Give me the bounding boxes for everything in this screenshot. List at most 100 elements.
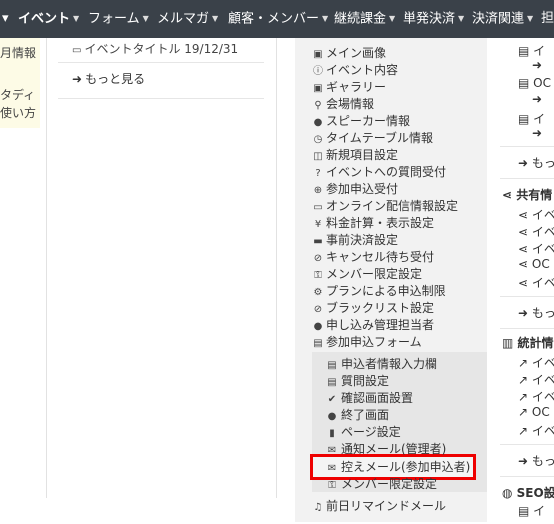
check-circle-icon: ✔ (327, 394, 337, 405)
arrow-right-icon[interactable]: ➜ (532, 58, 542, 72)
user-icon: ● (313, 117, 323, 128)
right-item[interactable]: ▤ イ (518, 42, 545, 59)
stats-item[interactable]: ↗ イベ (518, 422, 554, 439)
submenu-item[interactable]: ▤ 申込者情報入力欄 (326, 356, 437, 373)
arrow-right-icon[interactable]: ➜ (532, 92, 542, 106)
menu-item[interactable]: ● スピーカー情報 (312, 113, 410, 130)
more-link[interactable]: ➜ もっ (518, 452, 554, 469)
share-item[interactable]: ⋖ イベ (518, 240, 554, 257)
arrow-right-icon: ➜ (72, 72, 83, 86)
line-chart-icon: ↗ (518, 405, 532, 419)
menu-item[interactable]: ⊕ 参加申込受付 (312, 181, 398, 198)
key-icon: ⚿ (314, 270, 322, 281)
menu-item[interactable]: ⚲ 会場情報 (312, 96, 374, 113)
stats-item[interactable]: ↗ イベ (518, 354, 554, 371)
menu-item[interactable]: ▤ 参加申込フォーム (312, 334, 421, 351)
submenu-item[interactable]: ● 終了画面 (326, 407, 389, 424)
share-icon: ⋖ (518, 257, 532, 271)
divider (500, 476, 554, 477)
menu-item[interactable]: ? イベントへの質問受付 (312, 164, 446, 181)
menu-item-label: キャンセル待ち受付 (326, 250, 435, 264)
nav-item-event[interactable]: イベント ▼ (18, 0, 79, 38)
submenu-item-confirmation-mail[interactable]: ✉ 控えメール(参加申込者) (326, 459, 471, 476)
credit-card-icon: ▬ (313, 236, 323, 247)
more-link-label: もっと見る (85, 72, 146, 86)
share-item-label: イベ (531, 208, 554, 222)
menu-item[interactable]: ⚙ プランによる申込制限 (312, 283, 446, 300)
submenu-item-label: 申込者情報入力欄 (341, 357, 438, 371)
menu-item[interactable]: ▭ オンライン配信情報設定 (312, 198, 458, 215)
menu-item[interactable]: ▣ ギャラリー (312, 79, 386, 96)
divider (276, 38, 277, 498)
menu-item-label: 料金計算・表示設定 (326, 216, 435, 230)
menu-item[interactable]: ⚿ メンバー限定設定 (312, 266, 422, 283)
menu-item-label: スピーカー情報 (326, 114, 411, 128)
nav-item-form[interactable]: フォーム ▼ (88, 0, 149, 38)
event-title-link[interactable]: ▭ イベントタイトル 19/12/31 (72, 40, 238, 57)
left-text-2: タディ (0, 88, 36, 102)
right-item[interactable]: ▤ OC (518, 76, 551, 90)
menu-item-label: 新規項目設定 (326, 148, 399, 162)
bar-chart-icon: ▥ (502, 336, 518, 350)
nav-item-mailmag[interactable]: メルマガ ▼ (157, 0, 218, 38)
seo-item[interactable]: ▤ イ (518, 502, 545, 519)
nav-item-single-payment[interactable]: 単発決済 ▼ (403, 0, 464, 38)
more-link[interactable]: ➜ もっと見る (72, 70, 145, 87)
stats-item[interactable]: ↗ イベ (518, 371, 554, 388)
menu-item[interactable]: ▬ 事前決済設定 (312, 232, 398, 249)
menu-item-label: 会場情報 (326, 97, 375, 111)
chevron-down-icon: ▼ (142, 14, 149, 23)
menu-item[interactable]: ¥ 料金計算・表示設定 (312, 215, 434, 232)
nav-item-more[interactable]: 担 (541, 0, 554, 38)
question-icon: ? (315, 168, 321, 179)
submenu-item[interactable]: ✉ 通知メール(管理者) (326, 441, 447, 458)
nav-item-subscription[interactable]: 継続課金 ▼ (334, 0, 395, 38)
menu-item-label: 事前決済設定 (326, 233, 399, 247)
submenu-item[interactable]: ▮ ページ設定 (326, 424, 401, 441)
divider (500, 328, 554, 329)
menu-item[interactable]: ▣ メイン画像 (312, 45, 386, 62)
menu-item[interactable]: ⊘ キャンセル待ち受付 (312, 249, 434, 266)
arrow-right-icon: ➜ (518, 156, 532, 170)
share-item[interactable]: ⋖ イベ (518, 223, 554, 240)
nav-item-payment-related[interactable]: 決済関連 ▼ (472, 0, 533, 38)
stats-item[interactable]: ↗ イベ (518, 388, 554, 405)
plus-circle-icon: ⊕ (313, 185, 323, 196)
submenu-item-label: 確認画面設置 (341, 391, 414, 405)
share-icon: ⋖ (502, 188, 517, 202)
share-section-heading: ⋖ 共有情 (502, 186, 552, 203)
nav-label: 担 (541, 11, 554, 26)
menu-item-label: メンバー限定設定 (326, 267, 423, 281)
submenu-item[interactable]: ⚿ メンバー限定設定 (326, 476, 437, 493)
right-item[interactable]: ▤ イ (518, 110, 545, 127)
submenu-item[interactable]: ✔ 確認画面設置 (326, 390, 413, 407)
more-link[interactable]: ➜ もっ (518, 304, 554, 321)
menu-item-label: タイムテーブル情報 (326, 131, 434, 145)
more-link[interactable]: ➜ もっ (518, 154, 554, 171)
right-item-label: OC (533, 76, 551, 90)
share-item[interactable]: ⋖ イベ (518, 274, 554, 291)
seo-item-label: イ (533, 504, 546, 518)
nav-leading-caret: ▾ (2, 11, 9, 26)
nav-label: メルマガ (157, 11, 210, 27)
menu-item-label: メイン画像 (326, 46, 387, 60)
menu-item[interactable]: ● 申し込み管理担当者 (312, 317, 434, 334)
more-link-label: もっ (531, 306, 554, 320)
heading-label: SEO設 (516, 486, 554, 500)
list-icon: ▤ (518, 44, 534, 58)
menu-item-label: プランによる申込制限 (326, 284, 446, 298)
more-link-label: もっ (531, 156, 554, 170)
nav-item-customers[interactable]: 顧客・メンバー ▼ (228, 0, 328, 38)
share-item[interactable]: ⋖ イベ (518, 206, 554, 223)
menu-item[interactable]: ⊘ ブラックリスト設定 (312, 300, 434, 317)
menu-item[interactable]: ⓘ イベント内容 (312, 62, 398, 79)
yen-icon: ¥ (314, 219, 322, 230)
envelope-icon: ✉ (327, 463, 337, 474)
submenu-item[interactable]: ▤ 質問設定 (326, 373, 389, 390)
share-item[interactable]: ⋖ OC (518, 257, 550, 271)
menu-item[interactable]: ◫ 新規項目設定 (312, 147, 398, 164)
stats-item[interactable]: ↗ OC (518, 405, 550, 419)
arrow-right-icon[interactable]: ➜ (532, 126, 542, 140)
menu-item-reminder-mail[interactable]: ♫ 前日リマインドメール (312, 498, 447, 515)
menu-item[interactable]: ◷ タイムテーブル情報 (312, 130, 433, 147)
